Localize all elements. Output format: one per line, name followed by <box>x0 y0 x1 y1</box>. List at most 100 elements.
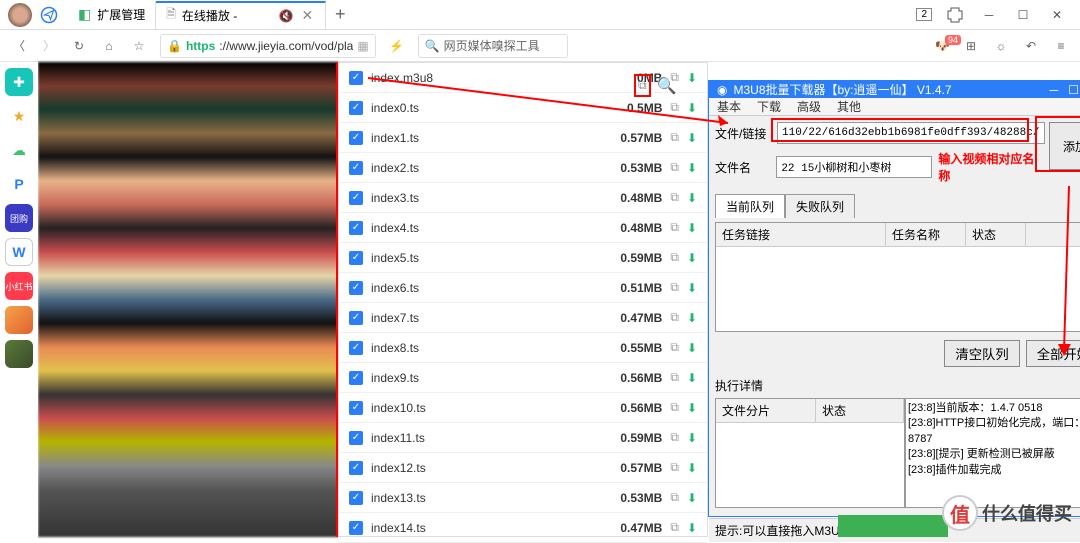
download-icon[interactable]: ⬇ <box>687 221 697 235</box>
file-row[interactable]: ✓index6.ts0.51MB⧉⬇ <box>339 273 707 303</box>
file-row[interactable]: ✓index5.ts0.59MB⧉⬇ <box>339 243 707 273</box>
sidebar-app-1[interactable]: ✚ <box>5 68 33 96</box>
file-row[interactable]: ✓index13.ts0.53MB⧉⬇ <box>339 483 707 513</box>
sidebar-app-3[interactable]: ☁ <box>5 136 33 164</box>
file-row[interactable]: ✓index14.ts0.47MB⧉⬇ <box>339 513 707 543</box>
download-icon[interactable]: ⬇ <box>687 491 697 505</box>
sidebar-app-9[interactable] <box>5 340 33 368</box>
pet-badge-icon[interactable]: 🐶94 <box>935 39 950 53</box>
close-icon[interactable]: ✕ <box>300 7 316 24</box>
checkbox-icon[interactable]: ✓ <box>349 131 363 145</box>
download-icon[interactable]: ⬇ <box>687 71 697 85</box>
user-avatar[interactable] <box>8 3 32 27</box>
checkbox-icon[interactable]: ✓ <box>349 251 363 265</box>
checkbox-icon[interactable]: ✓ <box>349 371 363 385</box>
new-tab-button[interactable]: + <box>326 4 354 25</box>
copy-icon[interactable]: ⧉ <box>670 190 679 205</box>
url-input[interactable]: 🔒 https ://www.jieyia.com/vod/pla ▦ <box>160 34 376 58</box>
file-row[interactable]: ✓index12.ts0.57MB⧉⬇ <box>339 453 707 483</box>
sidebar-app-8[interactable] <box>5 306 33 334</box>
checkbox-icon[interactable]: ✓ <box>349 101 363 115</box>
copy-icon[interactable]: ⧉ <box>670 310 679 325</box>
download-icon[interactable]: ⬇ <box>687 401 697 415</box>
checkbox-icon[interactable]: ✓ <box>349 311 363 325</box>
menu-advanced[interactable]: 高级 <box>797 98 821 115</box>
checkbox-icon[interactable]: ✓ <box>349 161 363 175</box>
file-row[interactable]: ✓index0.ts0.5MB⧉⬇ <box>339 93 707 123</box>
download-icon[interactable]: ⬇ <box>687 431 697 445</box>
copy-link-icon[interactable]: ⧉ <box>634 74 651 97</box>
sidebar-app-6[interactable]: W <box>5 238 33 266</box>
forward-icon[interactable]: 〉 <box>40 37 58 55</box>
sidebar-app-7[interactable]: 小红书 <box>5 272 33 300</box>
checkbox-icon[interactable]: ✓ <box>349 281 363 295</box>
qr-icon[interactable]: ▦ <box>357 39 368 53</box>
reload-icon[interactable]: ↻ <box>70 37 88 55</box>
download-icon[interactable]: ⬇ <box>687 311 697 325</box>
extension-icon[interactable] <box>944 4 966 26</box>
downloader-titlebar[interactable]: ◉ M3U8批量下载器【by:逍遥一仙】 V1.4.7 ─ ☐ ✕ <box>709 81 1080 98</box>
file-row[interactable]: ✓index9.ts0.56MB⧉⬇ <box>339 363 707 393</box>
file-row[interactable]: ✓index2.ts0.53MB⧉⬇ <box>339 153 707 183</box>
copy-icon[interactable]: ⧉ <box>670 250 679 265</box>
copy-icon[interactable]: ⧉ <box>670 400 679 415</box>
sound-muted-icon[interactable]: 🔇 <box>279 9 294 23</box>
tab-extensions[interactable]: ◧ 扩展管理 <box>68 1 156 29</box>
file-row[interactable]: ✓index4.ts0.48MB⧉⬇ <box>339 213 707 243</box>
file-row[interactable]: ✓index1.ts0.57MB⧉⬇ <box>339 123 707 153</box>
sidebar-app-5[interactable]: 团购 <box>5 204 33 232</box>
copy-icon[interactable]: ⧉ <box>670 520 679 535</box>
theme-icon[interactable]: ☼ <box>992 37 1010 55</box>
minimize-icon[interactable]: ─ <box>1050 83 1059 97</box>
back-icon[interactable]: 〈 <box>10 37 28 55</box>
checkbox-icon[interactable]: ✓ <box>349 191 363 205</box>
home-icon[interactable]: ⌂ <box>100 37 118 55</box>
checkbox-icon[interactable]: ✓ <box>349 221 363 235</box>
menu-other[interactable]: 其他 <box>837 98 861 115</box>
tab-current-queue[interactable]: 当前队列 <box>715 194 785 218</box>
download-icon[interactable]: ⬇ <box>687 101 697 115</box>
checkbox-icon[interactable]: ✓ <box>349 491 363 505</box>
file-row[interactable]: ✓index7.ts0.47MB⧉⬇ <box>339 303 707 333</box>
download-icon[interactable]: ⬇ <box>687 461 697 475</box>
download-icon[interactable]: ⬇ <box>687 371 697 385</box>
copy-icon[interactable]: ⧉ <box>670 130 679 145</box>
file-row[interactable]: ✓index8.ts0.55MB⧉⬇ <box>339 333 707 363</box>
checkbox-icon[interactable]: ✓ <box>349 401 363 415</box>
download-icon[interactable]: ⬇ <box>687 251 697 265</box>
copy-icon[interactable]: ⧉ <box>670 430 679 445</box>
task-grid[interactable]: 任务链接 任务名称 状态 <box>715 222 1080 332</box>
copy-icon[interactable]: ⧉ <box>670 160 679 175</box>
maximize-icon[interactable]: ☐ <box>1012 4 1034 26</box>
download-icon[interactable]: ⬇ <box>687 191 697 205</box>
close-icon[interactable]: ✕ <box>1046 4 1068 26</box>
maximize-icon[interactable]: ☐ <box>1068 83 1079 97</box>
copy-icon[interactable]: ⧉ <box>670 370 679 385</box>
tab-failed-queue[interactable]: 失败队列 <box>785 194 855 218</box>
download-icon[interactable]: ⬇ <box>687 161 697 175</box>
copy-icon[interactable]: ⧉ <box>670 280 679 295</box>
menu-icon[interactable]: ≡ <box>1052 37 1070 55</box>
paper-plane-icon[interactable] <box>40 6 58 24</box>
download-icon[interactable]: ⬇ <box>687 281 697 295</box>
sidebar-app-4[interactable]: P <box>5 170 33 198</box>
start-all-button[interactable]: 全部开始 <box>1026 340 1080 367</box>
file-row[interactable]: ✓index3.ts0.48MB⧉⬇ <box>339 183 707 213</box>
tab-count-badge[interactable]: 2 <box>916 8 932 21</box>
checkbox-icon[interactable]: ✓ <box>349 521 363 535</box>
sidebar-app-2[interactable]: ★ <box>5 102 33 130</box>
checkbox-icon[interactable]: ✓ <box>349 341 363 355</box>
download-icon[interactable]: ⬇ <box>687 521 697 535</box>
copy-icon[interactable]: ⧉ <box>670 340 679 355</box>
minimize-icon[interactable]: ─ <box>978 4 1000 26</box>
checkbox-icon[interactable]: ✓ <box>349 461 363 475</box>
undo-icon[interactable]: ↶ <box>1022 37 1040 55</box>
copy-icon[interactable]: ⧉ <box>670 100 679 115</box>
search-input[interactable]: 🔍 网页媒体嗅探工具 <box>418 34 568 58</box>
search-icon[interactable]: 🔍 <box>657 76 677 96</box>
bolt-icon[interactable]: ⚡ <box>388 37 406 55</box>
clear-queue-button[interactable]: 清空队列 <box>944 340 1019 367</box>
apps-icon[interactable]: ⊞ <box>962 37 980 55</box>
copy-icon[interactable]: ⧉ <box>670 490 679 505</box>
menu-basic[interactable]: 基本 <box>717 98 741 115</box>
